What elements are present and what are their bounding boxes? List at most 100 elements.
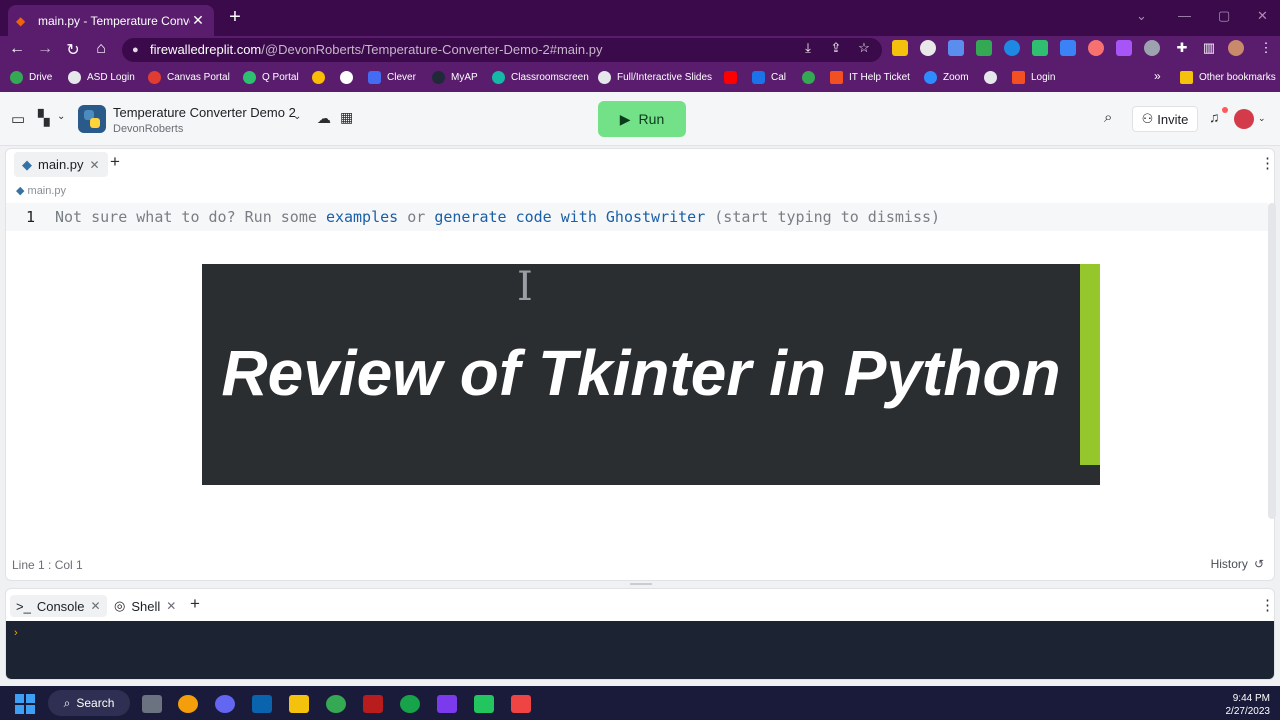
- back-icon[interactable]: ←: [7, 40, 27, 58]
- taskbar: ⌕ Search 9:44 PM 2/27/2023: [0, 686, 1280, 720]
- console-output[interactable]: ›: [6, 621, 1274, 679]
- profile-avatar[interactable]: [1228, 40, 1244, 56]
- extension-7-icon[interactable]: [1060, 40, 1076, 56]
- taskbar-search[interactable]: ⌕ Search: [48, 690, 130, 716]
- bookmark-drive[interactable]: Drive: [10, 71, 52, 84]
- bookmark-google[interactable]: [340, 71, 359, 84]
- examples-link[interactable]: examples: [326, 208, 398, 226]
- extensions-icon[interactable]: ✚: [1172, 40, 1192, 56]
- bookmark-classroomscreen[interactable]: Classroomscreen: [492, 71, 589, 84]
- bookmark-youtube[interactable]: [724, 71, 743, 84]
- camtasia-green-icon[interactable]: [474, 695, 494, 713]
- bookmark-zoom[interactable]: Zoom: [924, 71, 969, 84]
- install-icon[interactable]: ⤓: [798, 40, 818, 56]
- bookmark-myap[interactable]: MyAP: [432, 71, 478, 84]
- xbox-icon[interactable]: [400, 695, 420, 713]
- maximize-icon[interactable]: ▢: [1218, 8, 1230, 24]
- bookmark-star-icon[interactable]: ☆: [854, 40, 874, 56]
- python-file-icon: ◆: [16, 185, 25, 197]
- editor-menu-icon[interactable]: ⋮: [1260, 154, 1275, 172]
- tab-console[interactable]: >_ Console ✕: [10, 595, 107, 617]
- bookmark-canvas[interactable]: Canvas Portal: [148, 71, 230, 84]
- extension-4-icon[interactable]: [976, 40, 992, 56]
- bookmark-asd-login[interactable]: ASD Login: [68, 71, 135, 84]
- windows-start-icon[interactable]: [15, 694, 35, 714]
- close-file-tab-icon[interactable]: ✕: [90, 158, 100, 172]
- extension-9-icon[interactable]: [1116, 40, 1132, 56]
- bookmark-cal[interactable]: Cal: [752, 71, 786, 84]
- add-console-tab-icon[interactable]: +: [190, 594, 200, 614]
- editor-scrollbar[interactable]: [1268, 203, 1276, 519]
- run-button[interactable]: ▶ Run: [598, 101, 686, 137]
- close-shell-tab-icon[interactable]: ✕: [166, 599, 176, 613]
- bookmark-globe[interactable]: [984, 71, 1003, 84]
- terminal-icon: >_: [16, 598, 31, 614]
- invite-button[interactable]: ⚇ Invite: [1132, 106, 1198, 132]
- notifications-bell-icon[interactable]: ♫: [1209, 109, 1220, 125]
- browser-tab[interactable]: ◆ main.py - Temperature Converter De ✕: [8, 5, 214, 36]
- reload-icon[interactable]: ↻: [63, 40, 83, 60]
- share-icon[interactable]: ⇪: [826, 40, 846, 56]
- file-tab-main-py[interactable]: ◆ main.py ✕: [14, 152, 108, 177]
- outlook-icon[interactable]: [252, 695, 272, 713]
- project-menu-chevron-icon[interactable]: ⌄: [293, 111, 301, 122]
- project-owner[interactable]: DevonRoberts: [113, 123, 183, 135]
- run-label: Run: [638, 111, 665, 127]
- bookmark-slides[interactable]: Full/Interactive Slides: [598, 71, 712, 84]
- console-menu-icon[interactable]: ⋮: [1260, 596, 1274, 614]
- packages-icon[interactable]: ▦: [340, 109, 353, 126]
- replit-logo-icon[interactable]: ▚: [38, 109, 50, 127]
- file-explorer-icon[interactable]: [289, 695, 309, 713]
- python-icon: [78, 105, 106, 133]
- bookmark-clever[interactable]: Clever: [368, 71, 416, 84]
- bookmarks-overflow-icon[interactable]: »: [1154, 69, 1161, 83]
- account-chevron-icon[interactable]: ⌄: [1258, 113, 1266, 124]
- user-avatar[interactable]: [1234, 109, 1254, 129]
- code-line-1[interactable]: 1 Not sure what to do? Run some examples…: [6, 203, 1268, 231]
- bookmark-drive-2[interactable]: [312, 71, 331, 84]
- add-tab-icon[interactable]: +: [110, 152, 120, 172]
- app-purple-icon[interactable]: [437, 695, 457, 713]
- other-bookmarks[interactable]: Other bookmarks: [1180, 71, 1276, 84]
- extension-3-icon[interactable]: [948, 40, 964, 56]
- close-console-tab-icon[interactable]: ✕: [91, 599, 101, 613]
- bookmark-q-portal[interactable]: Q Portal: [243, 71, 299, 84]
- bookmark-login[interactable]: Login: [1012, 71, 1055, 84]
- extension-1-icon[interactable]: [892, 40, 908, 56]
- breadcrumb[interactable]: ◆ main.py: [16, 184, 66, 197]
- task-view-icon[interactable]: [142, 695, 162, 713]
- teams-chat-icon[interactable]: [215, 695, 235, 713]
- home-icon[interactable]: ⌂: [91, 40, 111, 58]
- extension-2-icon[interactable]: [920, 40, 936, 56]
- bookmark-maps[interactable]: [802, 71, 821, 84]
- widgets-icon[interactable]: [178, 695, 198, 713]
- extension-10-icon[interactable]: [1144, 40, 1160, 56]
- app-red-icon[interactable]: [363, 695, 383, 713]
- close-window-icon[interactable]: ✕: [1257, 8, 1268, 24]
- tab-shell[interactable]: ◎ Shell ✕: [108, 595, 182, 617]
- chrome-icon[interactable]: [326, 695, 346, 713]
- chevron-down-icon[interactable]: ⌄: [57, 111, 65, 122]
- ghostwriter-link[interactable]: generate code with Ghostwriter: [434, 208, 705, 226]
- url-bar[interactable]: ● firewalledreplit.com/@DevonRoberts/Tem…: [122, 38, 882, 62]
- extension-8-icon[interactable]: [1088, 40, 1104, 56]
- history-button[interactable]: History ↺: [1211, 557, 1264, 571]
- bookmark-it-help[interactable]: IT Help Ticket: [830, 71, 910, 84]
- new-tab-button[interactable]: +: [224, 6, 246, 29]
- tab-search-icon[interactable]: ⌄: [1136, 8, 1147, 24]
- folder-icon: [1180, 71, 1193, 84]
- minimize-icon[interactable]: —: [1178, 8, 1191, 23]
- extension-6-icon[interactable]: [1032, 40, 1048, 56]
- panel-resize-handle[interactable]: [630, 583, 652, 585]
- sidebar-icon[interactable]: ▥: [1199, 40, 1219, 56]
- close-tab-icon[interactable]: ✕: [190, 12, 206, 29]
- sidebar-toggle-icon[interactable]: ▭: [11, 110, 25, 128]
- camtasia-recorder-icon[interactable]: [511, 695, 531, 713]
- project-title[interactable]: Temperature Converter Demo 2: [113, 105, 296, 120]
- microsoft-icon: [830, 71, 843, 84]
- forward-icon[interactable]: →: [35, 40, 55, 58]
- browser-menu-icon[interactable]: ⋮: [1256, 40, 1276, 56]
- search-icon[interactable]: ⌕: [1104, 109, 1112, 126]
- system-clock[interactable]: 9:44 PM 2/27/2023: [1226, 692, 1271, 718]
- extension-5-icon[interactable]: [1004, 40, 1020, 56]
